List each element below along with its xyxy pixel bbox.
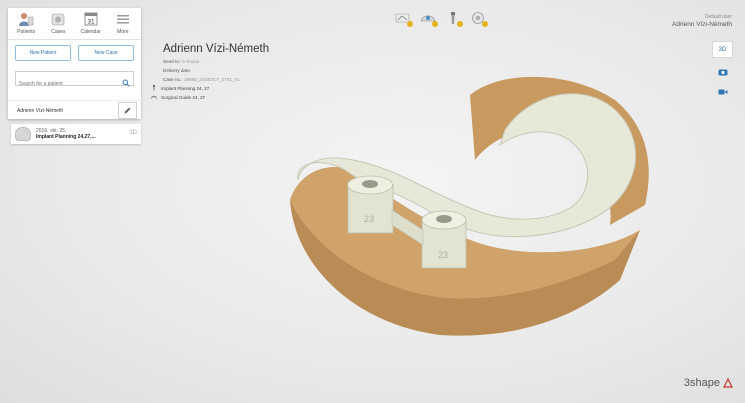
case-card[interactable]: 2016. okt. 25. Implant Planning 24,27,..… (11, 124, 141, 144)
patient-panel: Patients Cases 31 Calendar More New Pati… (8, 8, 141, 119)
send-to-value: In-house (181, 59, 200, 64)
user-name: Adrienn Vízi-Németh (672, 21, 732, 28)
workflow-step-scan[interactable] (393, 9, 413, 27)
delivery-date-line: Delivery date: (163, 68, 269, 73)
case-info: Adrienn Vízi-Németh Send to: In-house De… (151, 43, 270, 100)
toolbar-calendar[interactable]: 31 Calendar (76, 11, 106, 35)
toolbar-patients-label: Patients (17, 29, 36, 35)
case-3d-badge: 3D (129, 130, 137, 136)
implant-icon (152, 85, 156, 91)
brand-logo-icon (723, 378, 733, 388)
search-input[interactable] (16, 78, 117, 90)
toolbar-patients[interactable]: Patients (11, 11, 41, 35)
view-3d-button[interactable]: 3D (712, 41, 733, 58)
toolbar-more-label: More (117, 29, 129, 35)
cases-icon (50, 11, 66, 27)
workflow-step-implant[interactable] (443, 9, 463, 27)
toolbar-more[interactable]: More (108, 11, 138, 35)
new-patient-button[interactable]: New Patient (15, 45, 71, 61)
step-complete-icon (457, 21, 463, 27)
toolbar-cases[interactable]: Cases (43, 11, 73, 35)
video-icon (718, 89, 727, 95)
patient-title: Adrienn Vízi-Németh (163, 43, 270, 55)
sleeve-label-right: 23 (438, 250, 448, 260)
camera-button[interactable] (716, 66, 730, 78)
order-item-implant-planning[interactable]: Implant Planning 24, 27 (152, 85, 269, 91)
guide-sleeve-right: 23 (421, 210, 467, 269)
delivery-date-label: Delivery date: (163, 68, 192, 73)
toolbar-cases-label: Cases (51, 29, 66, 35)
user-label: Default user (705, 14, 732, 20)
workflow-toolbar (393, 9, 488, 27)
order-item-label: Surgical Guide 24, 27 (161, 94, 206, 100)
case-number-value: 39998_2016OCT_0751_01 (183, 77, 240, 82)
calendar-icon: 31 (83, 11, 99, 27)
case-number-line: Case no.: 39998_2016OCT_0751_01 (163, 77, 269, 82)
more-icon (115, 11, 131, 27)
user-info[interactable]: Default user Adrienn Vízi-Németh (672, 14, 732, 28)
dental-model-3d-view[interactable]: 23 23 (270, 70, 670, 370)
pencil-icon (124, 107, 131, 114)
edit-patient-button[interactable] (118, 102, 137, 119)
patients-icon (18, 11, 34, 27)
video-button[interactable] (716, 86, 730, 98)
calendar-day: 31 (87, 19, 95, 26)
step-complete-icon (407, 21, 413, 27)
step-complete-icon (482, 21, 488, 27)
send-to-label: Send to: (163, 59, 181, 64)
guide-sleeve-left: 23 (347, 175, 394, 234)
order-item-surgical-guide[interactable]: Surgical Guide 24, 27 (151, 94, 269, 100)
patient-search (15, 71, 134, 90)
search-icon[interactable] (122, 74, 130, 92)
new-case-button[interactable]: New Case (78, 45, 134, 61)
sleeve-label-left: 23 (364, 214, 374, 224)
workflow-step-guide[interactable] (468, 9, 488, 27)
toolbar-calendar-label: Calendar (80, 29, 101, 35)
brand-name: 3shape (683, 377, 720, 389)
send-to-line: Send to: In-house (163, 59, 269, 64)
workflow-step-model[interactable] (418, 9, 438, 27)
order-item-label: Implant Planning 24, 27 (161, 85, 210, 91)
surgical-guide-icon (151, 95, 157, 99)
selected-patient-row[interactable]: Adrienn Vízi-Németh (8, 100, 141, 120)
case-thumbnail-icon (15, 127, 31, 141)
main-toolbar: Patients Cases 31 Calendar More (8, 8, 141, 35)
view-tools: 3D (712, 41, 733, 98)
selected-patient-name: Adrienn Vízi-Németh (17, 107, 64, 114)
case-number-label: Case no.: (163, 77, 183, 82)
case-title: Implant Planning 24,27,... (36, 134, 96, 140)
brand-logo: 3shape (684, 377, 733, 389)
step-complete-icon (432, 21, 438, 27)
camera-icon (718, 69, 727, 76)
